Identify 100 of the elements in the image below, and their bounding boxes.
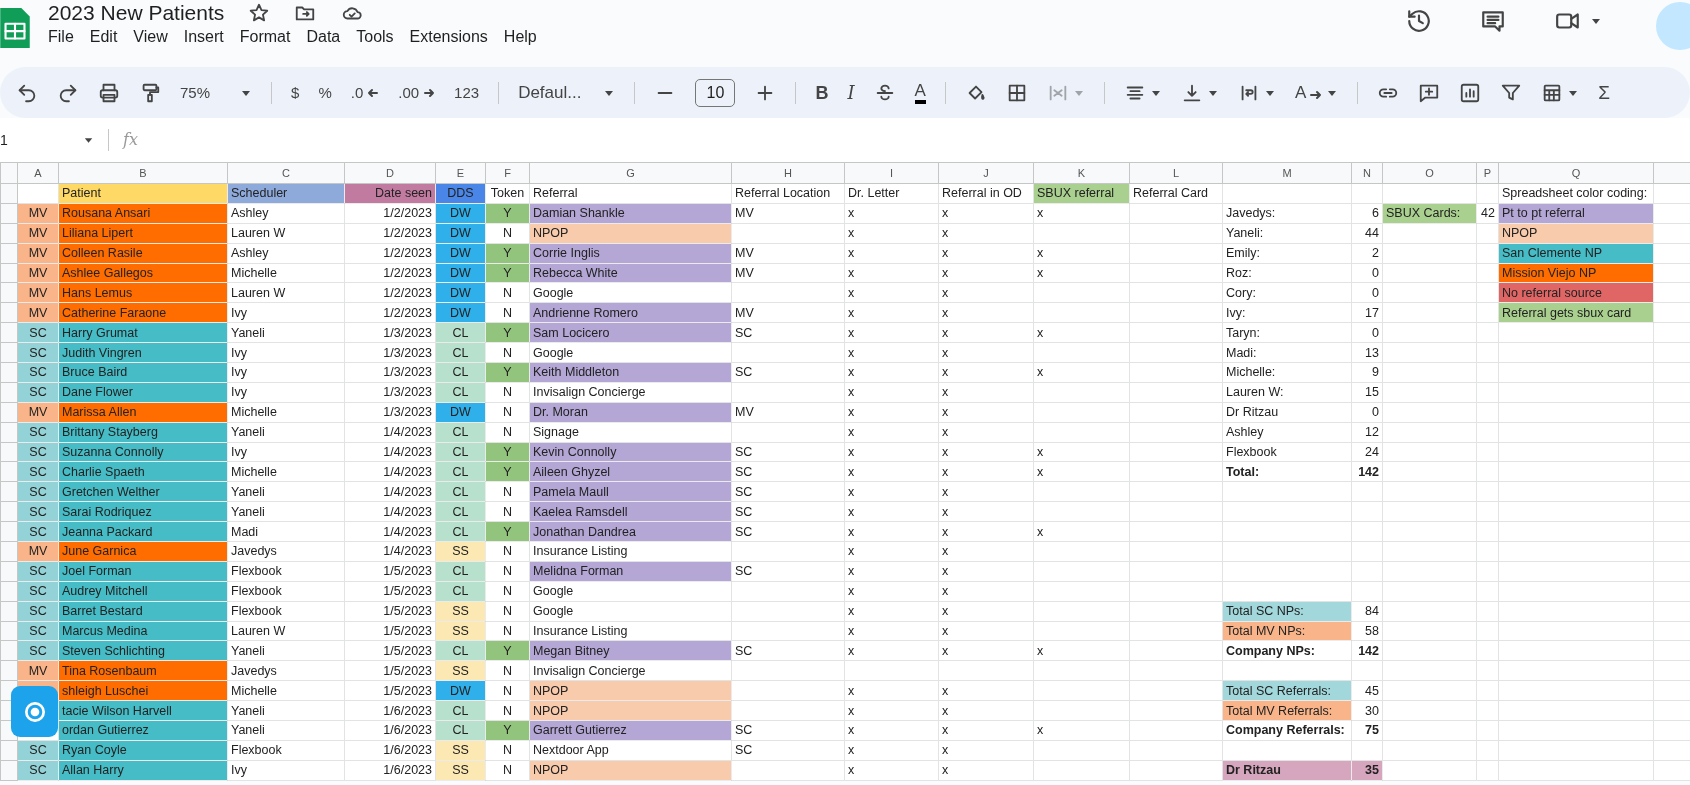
table-cell: SC <box>731 641 845 661</box>
column-header[interactable]: Q <box>1498 162 1654 184</box>
italic-button[interactable]: I <box>847 82 855 103</box>
menu-item[interactable]: Extensions <box>401 26 496 48</box>
table-cell: N <box>485 660 530 681</box>
table-cell: 1/4/2023 <box>344 481 436 502</box>
bold-button[interactable]: B <box>815 82 829 103</box>
table-cell: x <box>938 501 1034 522</box>
text-color-button[interactable]: A <box>914 81 926 104</box>
star-icon[interactable] <box>248 2 271 24</box>
column-header[interactable]: H <box>731 162 845 184</box>
table-cell: x <box>938 342 1034 363</box>
decrease-decimals-button[interactable]: .0 <box>350 82 380 103</box>
column-header[interactable]: D <box>344 162 436 184</box>
table-cell: 0 <box>1351 402 1383 423</box>
column-header[interactable]: N <box>1351 162 1383 184</box>
table-cell: 17 <box>1351 302 1383 323</box>
table-cell: Referral in OD <box>938 183 1034 204</box>
table-cell: x <box>1033 263 1130 283</box>
table-cell: 44 <box>1351 223 1383 244</box>
table-cell: 1/2/2023 <box>344 203 436 224</box>
table-cell: x <box>938 541 1034 562</box>
table-cell: N <box>485 422 530 443</box>
percent-button[interactable]: % <box>318 82 332 103</box>
table-cell: Flexbook <box>227 581 345 602</box>
arrow-icon <box>423 86 436 99</box>
table-cell: x <box>938 760 1034 781</box>
column-header[interactable]: K <box>1033 162 1130 184</box>
table-cell: SC <box>731 561 845 582</box>
table-cell: 75 <box>1351 720 1383 741</box>
record-button[interactable] <box>11 686 58 737</box>
table-cell: x <box>938 481 1034 502</box>
table-cell: 1/4/2023 <box>344 422 436 443</box>
formula-label: fx <box>123 129 138 151</box>
column-header[interactable]: M <box>1222 162 1352 184</box>
table-cell: Yaneli <box>227 481 345 502</box>
menu-item[interactable]: File <box>40 26 82 48</box>
menu-item[interactable]: Help <box>495 26 545 48</box>
comment-icon[interactable] <box>1480 8 1506 34</box>
table-cell: 1/5/2023 <box>344 581 436 602</box>
table-cell: x <box>844 263 939 283</box>
history-icon[interactable] <box>1406 8 1432 34</box>
column-header[interactable]: B <box>58 162 228 184</box>
increase-decimals-button[interactable]: .00 <box>398 82 436 103</box>
table-cell: N <box>485 581 530 602</box>
zoom-dropdown[interactable]: 75% <box>180 82 253 103</box>
menu-item[interactable]: Format <box>231 26 299 48</box>
menu-item[interactable]: View <box>125 26 176 48</box>
table-cell: Referral <box>529 183 732 204</box>
column-header[interactable]: L <box>1129 162 1223 184</box>
table-cell: SC <box>731 362 845 383</box>
table-cell: x <box>844 521 939 542</box>
table-cell: Referral Location <box>731 183 845 204</box>
name-box[interactable]: 1 <box>0 129 83 151</box>
column-header[interactable]: F <box>485 162 530 184</box>
table-cell: 9 <box>1351 362 1383 383</box>
table-cell: 1/4/2023 <box>344 501 436 522</box>
column-header[interactable]: I <box>844 162 939 184</box>
table-cell: Invisalign Concierge <box>529 660 732 681</box>
column-header[interactable]: C <box>227 162 345 184</box>
column-header[interactable]: O <box>1382 162 1477 184</box>
menu-item[interactable]: Insert <box>175 26 232 48</box>
table-cell: 0 <box>1351 282 1383 303</box>
table-cell: x <box>938 422 1034 443</box>
table-cell: Ivy <box>227 760 345 781</box>
table-cell: Ashley <box>227 243 345 264</box>
functions-button[interactable]: Σ <box>1598 82 1610 103</box>
text-rotation-button[interactable]: A <box>1294 82 1323 103</box>
table-cell: Google <box>529 581 732 602</box>
table-cell: Nextdoor App <box>529 740 732 761</box>
font-dropdown[interactable]: Defaul... <box>518 82 616 103</box>
table-cell: Roz: <box>1222 263 1352 283</box>
column-header[interactable]: E <box>435 162 486 184</box>
column-header[interactable]: J <box>938 162 1034 184</box>
column-header[interactable]: P <box>1476 162 1499 184</box>
table-cell: x <box>1033 720 1130 741</box>
column-header[interactable]: G <box>529 162 732 184</box>
currency-button[interactable]: $ <box>291 82 300 103</box>
table-cell: Michelle <box>227 402 345 423</box>
menu-item[interactable]: Tools <box>348 26 402 48</box>
table-cell: N <box>485 561 530 582</box>
table-cell: x <box>844 621 939 641</box>
number-format-button[interactable]: 123 <box>454 82 480 103</box>
chart-icon[interactable] <box>1459 81 1482 104</box>
table-cell: x <box>938 621 1034 641</box>
table-cell: x <box>1033 203 1130 224</box>
table-cell: x <box>844 342 939 363</box>
table-cell: x <box>938 402 1034 423</box>
print-icon[interactable] <box>98 81 120 104</box>
sheets-logo-icon[interactable] <box>0 8 30 48</box>
table-cell: x <box>844 740 939 761</box>
table-cell: x <box>938 442 1034 462</box>
table-cell: x <box>1033 641 1130 661</box>
document-title[interactable]: 2023 New Patients <box>48 0 225 26</box>
font-size-field[interactable]: 10 <box>695 78 736 107</box>
table-cell: Lauren W <box>227 621 345 641</box>
column-header[interactable]: A <box>17 162 59 184</box>
menu-item[interactable]: Edit <box>81 26 126 48</box>
menu-item[interactable]: Data <box>298 26 349 48</box>
table-cell: x <box>938 700 1034 721</box>
